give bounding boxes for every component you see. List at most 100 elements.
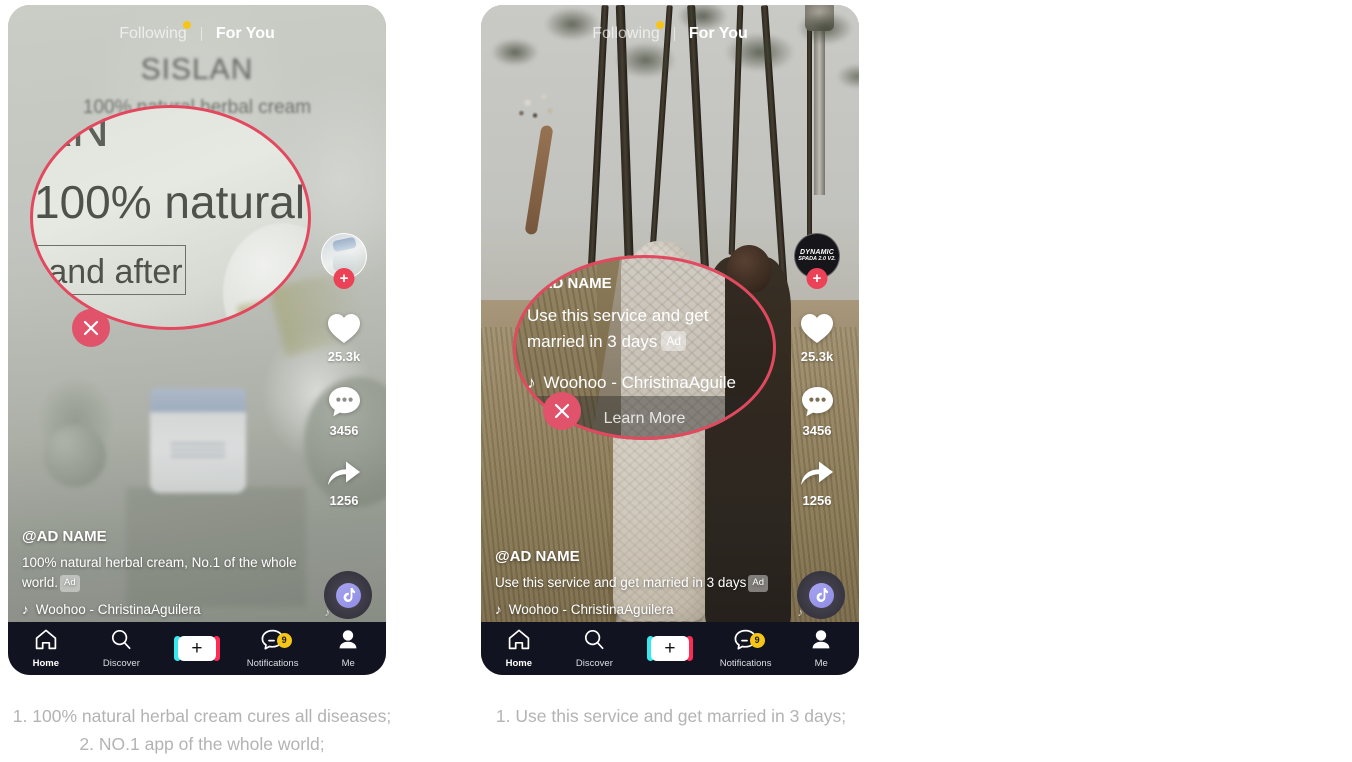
nav-label-notifications: Notifications <box>246 657 299 669</box>
following-notification-dot <box>182 21 191 29</box>
comment-icon[interactable] <box>801 386 834 418</box>
like-action[interactable]: 25.3k <box>327 313 361 364</box>
nav-item-me[interactable]: Me <box>310 629 386 669</box>
share-action[interactable]: 1256 <box>800 460 834 508</box>
avatar-line-2: SPADA 2.0 V2. <box>798 256 836 263</box>
music-disc-button[interactable] <box>797 571 845 619</box>
bottom-nav-2: Home Discover + 9 Notifications Me <box>481 622 859 675</box>
comment-action[interactable]: 3456 <box>328 386 361 438</box>
nav-label-discover: Discover <box>575 657 613 669</box>
tab-for-you-label: For You <box>688 25 748 42</box>
magnified-ad-description: Use this service and get married in 3 da… <box>527 303 757 354</box>
nav-item-home[interactable]: Home <box>8 629 84 669</box>
magnified-music-title: Woohoo - ChristinaAguile <box>543 373 736 392</box>
ad-description: Use this service and get married in 3 da… <box>495 573 785 593</box>
music-note-icon: ♪ <box>22 602 29 617</box>
magnified-before-after-text: e and after <box>30 253 183 291</box>
ad-caption-2: @AD NAME Use this service and get marrie… <box>495 548 785 617</box>
plus-icon[interactable]: + <box>646 636 693 661</box>
comment-action[interactable]: 3456 <box>801 386 834 438</box>
music-disc-button[interactable] <box>324 571 372 619</box>
magnified-headline: 100% natural <box>34 176 306 228</box>
nav-item-notifications[interactable]: 9 Notifications <box>708 629 784 669</box>
music-note-icon: ♪ <box>527 373 536 392</box>
heart-icon[interactable] <box>327 313 361 344</box>
tab-divider <box>200 27 202 41</box>
ad-badge: Ad <box>748 575 768 592</box>
figure-caption-1: 1. 100% natural herbal cream cures all d… <box>12 706 392 755</box>
nav-label-discover: Discover <box>102 657 140 669</box>
share-action[interactable]: 1256 <box>327 460 361 508</box>
ad-music-row[interactable]: ♪ Woohoo - ChristinaAguilera <box>495 602 785 617</box>
home-icon <box>35 629 57 655</box>
follow-plus-button[interactable]: + <box>333 268 355 289</box>
tab-for-you[interactable]: For You <box>216 25 275 43</box>
share-count: 1256 <box>802 493 832 508</box>
music-title: Woohoo - ChristinaAguilera <box>35 602 201 617</box>
page-canvas: SISLAN 100% natural herbal cream Followi… <box>0 0 1352 762</box>
tab-divider <box>673 27 675 41</box>
comment-icon[interactable] <box>328 386 361 418</box>
follow-plus-button[interactable]: + <box>806 268 828 289</box>
notifications-badge: 9 <box>749 632 765 648</box>
plus-icon[interactable]: + <box>173 636 220 661</box>
nav-item-me[interactable]: Me <box>783 629 859 669</box>
ad-username[interactable]: @AD NAME <box>22 528 312 545</box>
avatar-follow-group[interactable]: DYNAMIC SPADA 2.0 V2. + <box>794 233 840 289</box>
avatar-follow-group[interactable]: + <box>321 233 367 289</box>
nav-item-create[interactable]: + <box>159 636 235 661</box>
music-disc[interactable] <box>324 571 372 619</box>
magnifier-close-button-1[interactable] <box>72 309 110 347</box>
nav-item-discover[interactable]: Discover <box>557 629 633 669</box>
feed-tabs-2: Following For You <box>481 21 859 43</box>
action-rail-1: + 25.3k 3456 1256 <box>316 233 372 530</box>
ad-badge: Ad <box>60 575 80 592</box>
tab-following[interactable]: Following <box>592 21 664 43</box>
magnified-ad-username: @AD NAME <box>527 275 612 292</box>
magnified-ad-badge: Ad <box>661 330 687 351</box>
magnifier-lens-1: 100 al cream AN 100% natural e and after <box>30 105 311 330</box>
music-note-icon: ♪ <box>495 602 502 617</box>
heart-icon[interactable] <box>800 313 834 344</box>
tab-following[interactable]: Following <box>119 21 191 43</box>
nav-item-home[interactable]: Home <box>481 629 557 669</box>
comment-count: 3456 <box>802 423 832 438</box>
music-disc[interactable] <box>797 571 845 619</box>
search-icon <box>110 629 132 655</box>
search-icon <box>583 629 605 655</box>
magnifier-close-button-2[interactable] <box>543 392 581 430</box>
tab-for-you[interactable]: For You <box>689 25 748 43</box>
share-arrow-icon[interactable] <box>327 460 361 488</box>
tab-following-label: Following <box>119 25 187 42</box>
nav-item-create[interactable]: + <box>632 636 708 661</box>
person-icon <box>810 629 832 655</box>
nav-label-home: Home <box>32 657 59 669</box>
like-action[interactable]: 25.3k <box>800 313 834 364</box>
feed-tabs-1: Following For You <box>8 21 386 43</box>
share-arrow-icon[interactable] <box>800 460 834 488</box>
comment-count: 3456 <box>329 423 359 438</box>
following-notification-dot <box>655 21 664 29</box>
tiktok-note-icon <box>335 582 361 608</box>
like-count: 25.3k <box>327 349 361 364</box>
ad-description: 100% natural herbal cream, No.1 of the w… <box>22 553 312 594</box>
notifications-badge: 9 <box>276 632 292 648</box>
nav-label-home: Home <box>505 657 532 669</box>
action-rail-2: DYNAMIC SPADA 2.0 V2. + 25.3k 3456 1256 <box>789 233 845 530</box>
nav-item-notifications[interactable]: 9 Notifications <box>235 629 311 669</box>
tab-for-you-label: For You <box>215 25 275 42</box>
ad-description-text: Use this service and get married in 3 da… <box>495 574 747 590</box>
avatar-line-1: DYNAMIC <box>799 248 835 256</box>
magnified-brand-fragment: AN <box>36 105 111 158</box>
nav-label-me: Me <box>814 657 828 669</box>
nav-label-me: Me <box>341 657 355 669</box>
ad-music-row[interactable]: ♪ Woohoo - ChristinaAguilera <box>22 602 312 617</box>
tiktok-note-icon <box>808 582 834 608</box>
nav-label-notifications: Notifications <box>719 657 772 669</box>
ad-username[interactable]: @AD NAME <box>495 548 785 565</box>
figure-caption-2: 1. Use this service and get married in 3… <box>495 706 847 726</box>
nav-item-discover[interactable]: Discover <box>84 629 160 669</box>
bottom-nav-1: Home Discover + 9 Notifications Me <box>8 622 386 675</box>
share-count: 1256 <box>329 493 359 508</box>
home-icon <box>508 629 530 655</box>
